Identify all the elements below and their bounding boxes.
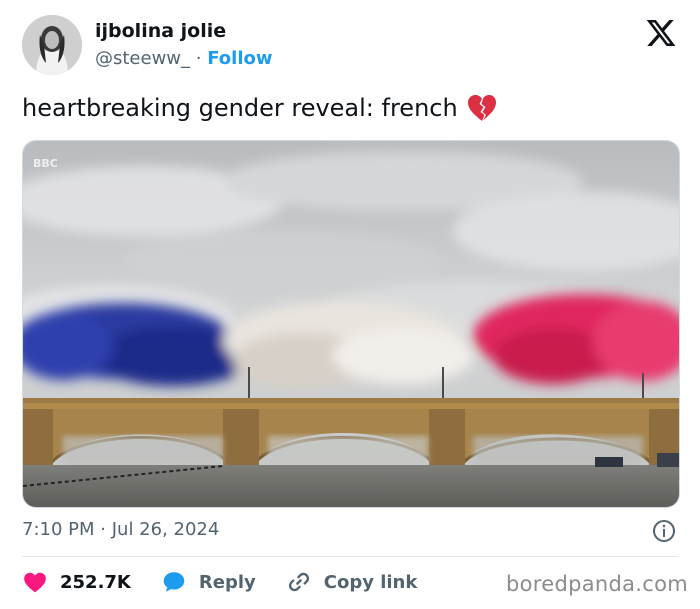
x-logo-icon[interactable] <box>645 17 677 49</box>
reply-bubble-icon <box>163 572 185 592</box>
follow-button[interactable]: Follow <box>207 48 272 69</box>
link-icon <box>288 572 309 592</box>
info-icon[interactable] <box>652 519 676 543</box>
tweet-time: 7:10 PM <box>22 519 95 540</box>
author-handle-row: @steeww_ · Follow <box>95 48 273 69</box>
handle-separator: · <box>195 48 202 69</box>
avatar-image <box>22 15 82 75</box>
tweet-timestamp[interactable]: 7:10 PM · Jul 26, 2024 <box>22 519 219 540</box>
avatar[interactable] <box>22 15 82 75</box>
tweet-date: Jul 26, 2024 <box>111 519 220 540</box>
bridge-smoke-photo: BBC <box>23 141 679 507</box>
heart-icon <box>24 572 46 593</box>
timestamp-separator: · <box>100 519 106 540</box>
bbc-watermark: BBC <box>33 157 58 170</box>
copy-link-button[interactable]: Copy link <box>286 569 418 595</box>
like-count: 252.7K <box>60 571 131 593</box>
tweet-actions: 252.7K Reply Copy link <box>22 568 447 596</box>
tweet-card: ijbolina jolie @steeww_ · Follow heartbr… <box>0 0 700 609</box>
copy-link-label: Copy link <box>323 571 418 593</box>
tweet-media-image[interactable]: BBC <box>22 140 680 508</box>
like-button[interactable]: 252.7K <box>22 569 131 595</box>
reply-label: Reply <box>198 571 256 593</box>
boredpanda-watermark: boredpanda.com <box>506 572 689 596</box>
tweet-text: heartbreaking gender reveal: french <box>22 92 498 124</box>
tweet-text-content: heartbreaking gender reveal: french <box>22 94 458 122</box>
broken-heart-icon <box>467 95 496 121</box>
divider <box>22 556 678 557</box>
author-handle[interactable]: @steeww_ <box>95 48 190 69</box>
author-display-name[interactable]: ijbolina jolie <box>95 20 226 42</box>
reply-button[interactable]: Reply <box>161 569 256 595</box>
